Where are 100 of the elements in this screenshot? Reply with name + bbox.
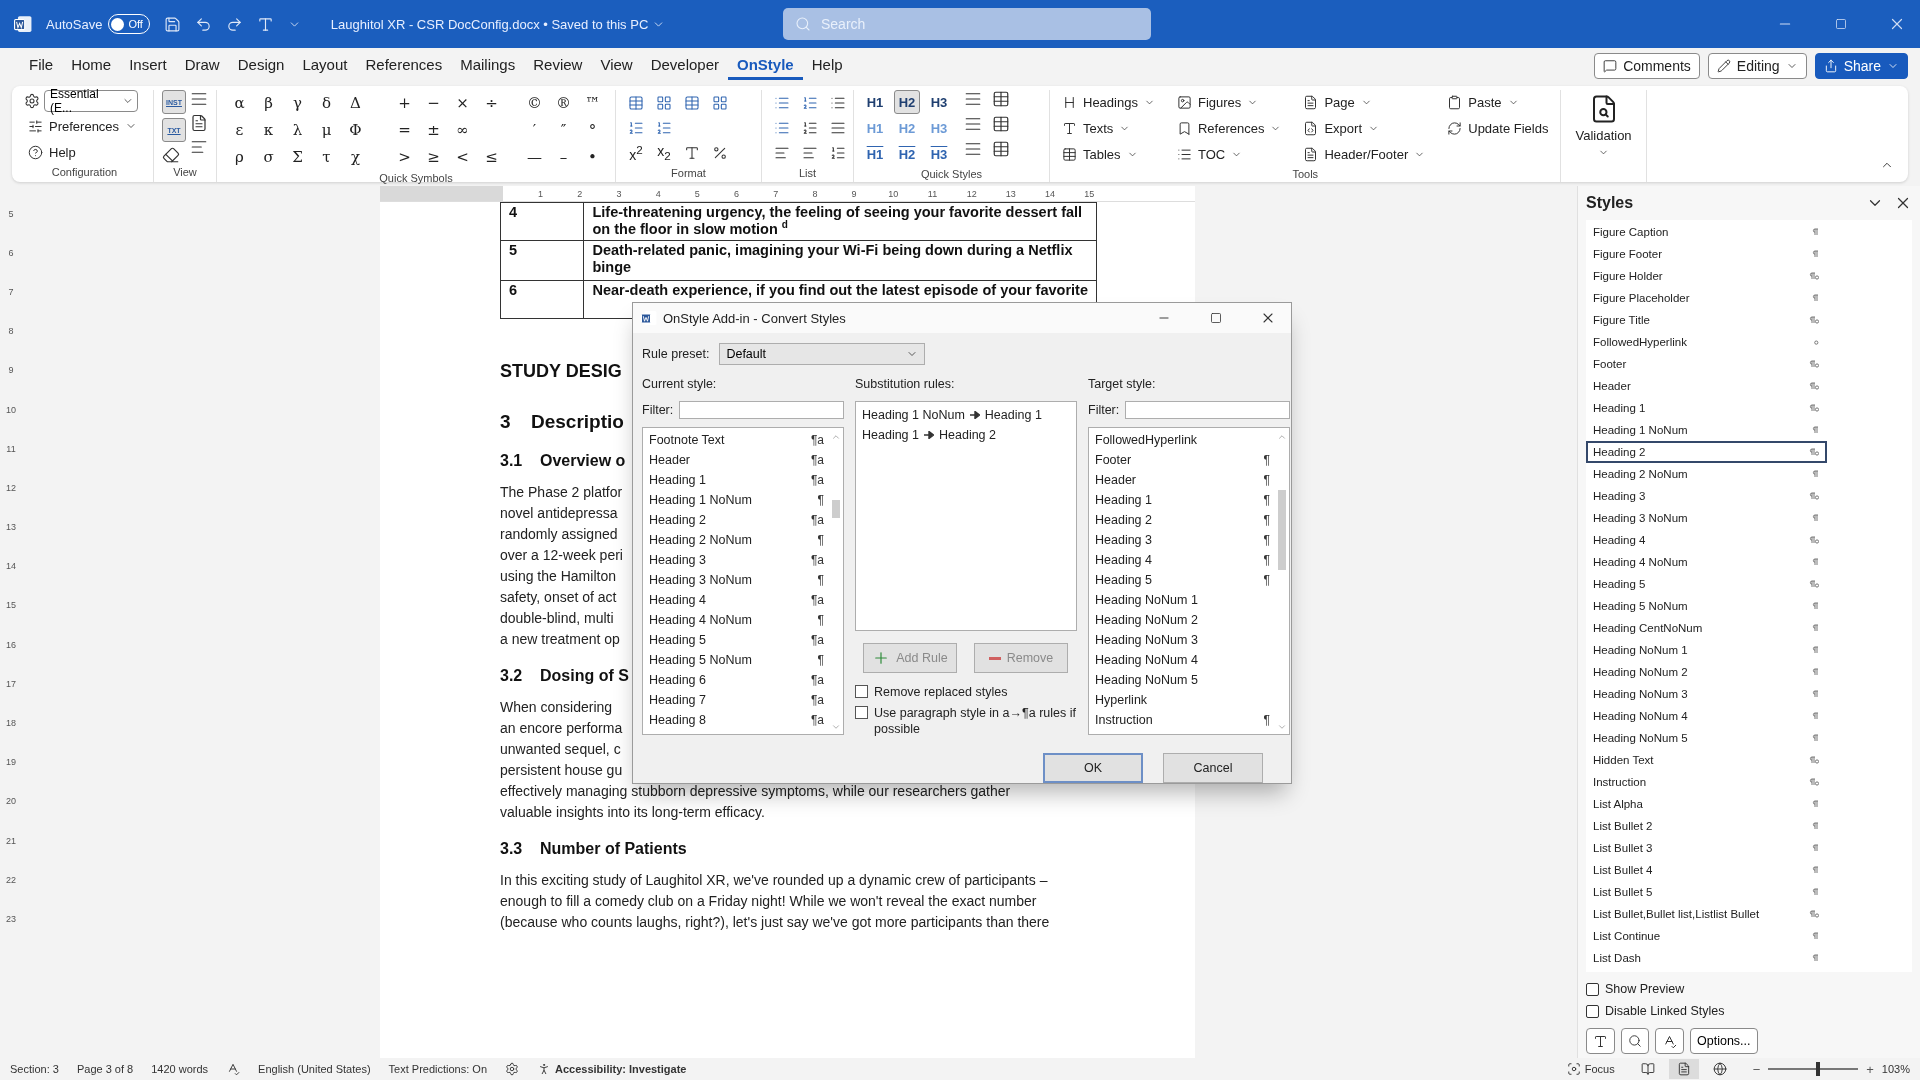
symbol-button[interactable]: ρ xyxy=(225,144,254,170)
scrollbar-thumb[interactable] xyxy=(1277,490,1286,570)
tool-dropdown-button[interactable]: Tables xyxy=(1058,142,1159,166)
tool-dropdown-button[interactable]: Paste xyxy=(1443,90,1553,114)
style-option[interactable]: Heading NoNum 1 xyxy=(1093,590,1274,610)
document-icon[interactable] xyxy=(190,114,208,132)
style-list-item[interactable]: List Bullet,Bullet list,Listlist Bullet xyxy=(1586,903,1827,925)
symbol-button[interactable]: > xyxy=(390,144,419,170)
heading-style-button[interactable]: H3 xyxy=(926,90,952,114)
menu-tab[interactable]: OnStyle xyxy=(728,52,803,80)
preferences-button[interactable]: Preferences xyxy=(24,114,142,138)
style-list-item[interactable]: Heading 5 xyxy=(1586,573,1827,595)
menu-tab[interactable]: Help xyxy=(802,52,852,80)
style-option[interactable]: Footer ¶ xyxy=(1093,450,1274,470)
lines-icon[interactable] xyxy=(964,115,982,133)
lines-icon[interactable] xyxy=(190,90,208,108)
percent-icon[interactable] xyxy=(712,144,728,161)
undo-icon[interactable] xyxy=(194,15,212,33)
style-option[interactable]: FollowedHyperlink xyxy=(1093,430,1274,450)
symbol-button[interactable]: Σ xyxy=(283,144,312,170)
style-list-item[interactable]: List Dash xyxy=(1586,947,1827,969)
grid-icon[interactable] xyxy=(712,94,728,111)
style-list-item[interactable]: Heading 1 NoNum xyxy=(1586,419,1827,441)
save-icon[interactable] xyxy=(163,15,181,33)
tool-dropdown-button[interactable]: References xyxy=(1172,116,1286,140)
symbol-button[interactable]: κ xyxy=(254,117,283,143)
symbol-button[interactable]: ° xyxy=(578,117,607,143)
maximize-icon[interactable] xyxy=(1210,312,1222,324)
style-inspector-button[interactable] xyxy=(1621,1028,1649,1054)
symbol-button[interactable]: ÷ xyxy=(477,90,506,116)
tool-dropdown-button[interactable]: Figures xyxy=(1172,90,1286,114)
symbol-button[interactable]: < xyxy=(448,144,477,170)
accessibility-icon[interactable] xyxy=(537,1062,551,1076)
symbol-button[interactable]: ∞ xyxy=(448,117,477,143)
symbol-button[interactable]: ″ xyxy=(549,117,578,143)
style-option[interactable]: Heading 4 ¶a xyxy=(647,590,828,610)
style-option[interactable]: Heading 4 ¶ xyxy=(1093,550,1274,570)
symbol-button[interactable]: © xyxy=(520,90,549,116)
style-list-item[interactable]: Figure Title xyxy=(1586,309,1827,331)
style-list-item[interactable]: Footer xyxy=(1586,353,1827,375)
style-list-item[interactable]: Figure Holder xyxy=(1586,265,1827,287)
symbol-button[interactable]: ′ xyxy=(520,117,549,143)
style-list-item[interactable]: Heading 3 NoNum xyxy=(1586,507,1827,529)
symbol-button[interactable]: Φ xyxy=(341,117,370,143)
style-list-item[interactable]: Heading 2 xyxy=(1586,441,1827,463)
heading-style-button[interactable]: H2 xyxy=(894,142,920,166)
symbol-button[interactable]: ≤ xyxy=(477,144,506,170)
style-list-item[interactable]: Instruction xyxy=(1586,771,1827,793)
symbol-button[interactable]: × xyxy=(448,90,477,116)
symbol-button[interactable]: – xyxy=(549,144,578,170)
symbol-button[interactable]: δ xyxy=(312,90,341,116)
subscript-button[interactable]: x$_{2}$ xyxy=(652,143,676,162)
style-list-item[interactable]: Heading 1 xyxy=(1586,397,1827,419)
style-option[interactable]: Heading NoNum 2 xyxy=(1093,610,1274,630)
style-list-item[interactable]: Heading NoNum 5 xyxy=(1586,727,1827,749)
tool-dropdown-button[interactable]: TOC xyxy=(1172,142,1286,166)
rule-preset-dropdown[interactable]: Default xyxy=(719,343,926,365)
zoom-level[interactable]: 103% xyxy=(1881,1063,1910,1075)
lines-icon[interactable] xyxy=(964,140,982,158)
style-option[interactable]: Heading NoNum 4 xyxy=(1093,650,1274,670)
redo-icon[interactable] xyxy=(225,15,243,33)
menu-tab[interactable]: View xyxy=(591,52,642,80)
style-option[interactable]: Heading 4 NoNum ¶ xyxy=(647,610,828,630)
style-option[interactable]: Heading 5 ¶ xyxy=(1093,570,1274,590)
page-view-button[interactable] xyxy=(1668,1059,1699,1079)
style-option[interactable]: Instruction ¶ xyxy=(1093,710,1274,730)
numbered-list-icon[interactable] xyxy=(830,144,846,161)
style-option[interactable]: Heading NoNum 5 xyxy=(1093,670,1274,690)
style-list-item[interactable]: Figure Placeholder xyxy=(1586,287,1827,309)
style-option[interactable]: Heading 7 ¶a xyxy=(647,690,828,710)
menu-tab[interactable]: Layout xyxy=(293,52,357,80)
symbol-button[interactable]: = xyxy=(390,117,419,143)
style-list-item[interactable]: Hidden Text xyxy=(1586,749,1827,771)
table-icon[interactable] xyxy=(992,115,1010,133)
style-option[interactable]: Heading 2 ¶ xyxy=(1093,510,1274,530)
gear-icon[interactable] xyxy=(505,1062,519,1076)
style-option[interactable]: Heading 5 NoNum ¶ xyxy=(647,650,828,670)
tool-dropdown-button[interactable]: Page xyxy=(1299,90,1430,114)
menu-tab[interactable]: Developer xyxy=(641,52,729,80)
symbol-button[interactable]: ± xyxy=(419,117,448,143)
zoom-out-button[interactable]: − xyxy=(1752,1061,1761,1077)
symbol-button[interactable]: μ xyxy=(312,117,341,143)
menu-tab[interactable]: Insert xyxy=(120,52,176,80)
validation-button[interactable]: Validation xyxy=(1569,90,1638,162)
style-option[interactable]: Header ¶a xyxy=(647,450,828,470)
tool-dropdown-button[interactable]: Header/Footer xyxy=(1299,142,1430,166)
settings-icon[interactable] xyxy=(24,93,40,109)
symbol-button[interactable]: — xyxy=(520,144,549,170)
checkbox[interactable] xyxy=(855,706,868,719)
style-list-item[interactable]: FollowedHyperlink xyxy=(1586,331,1827,353)
style-list-item[interactable]: List Alpha xyxy=(1586,793,1827,815)
restore-icon[interactable] xyxy=(1835,18,1847,30)
lines-icon[interactable] xyxy=(190,138,208,156)
style-list-item[interactable]: List Bullet 2 xyxy=(1586,815,1827,837)
heading-style-button[interactable]: H2 xyxy=(894,90,920,114)
style-option[interactable]: Heading 3 NoNum ¶ xyxy=(647,570,828,590)
style-list-item[interactable]: Figure Footer xyxy=(1586,243,1827,265)
style-option[interactable]: Heading 3 ¶a xyxy=(647,550,828,570)
manage-styles-button[interactable] xyxy=(1655,1028,1684,1054)
focus-icon[interactable] xyxy=(1566,1062,1581,1076)
